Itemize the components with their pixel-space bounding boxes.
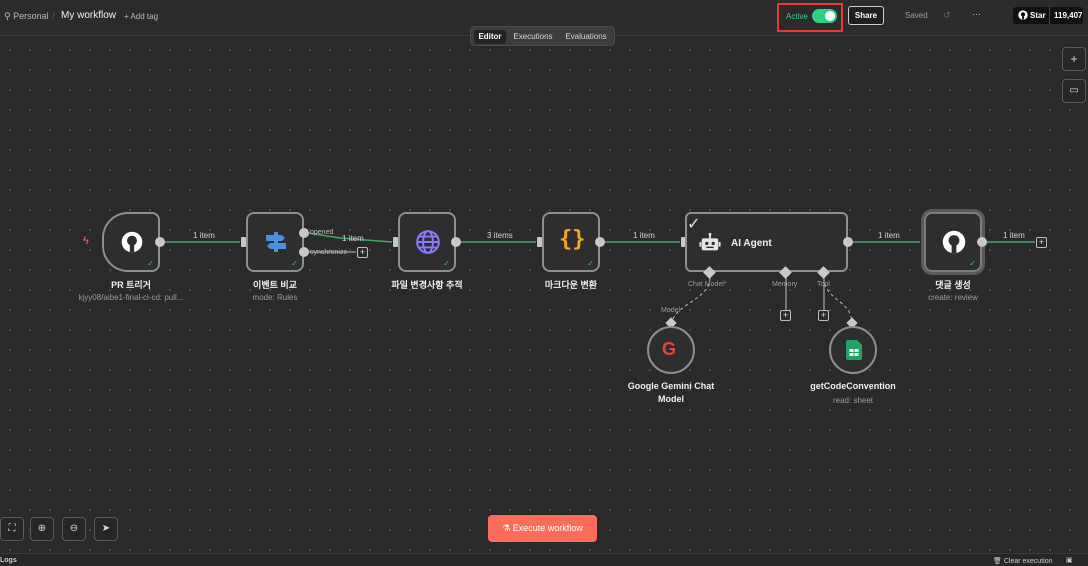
edge-label: 3 items: [487, 231, 513, 240]
node-subtitle: kjyy08/aibe1-final-ci-cd: pull...: [78, 293, 184, 302]
port-label-tool: Tool: [817, 281, 830, 288]
zoom-in-button[interactable]: ⊕: [30, 517, 54, 541]
required-marker: *: [723, 281, 727, 288]
success-check-icon: ✓: [687, 216, 701, 233]
workflow-title[interactable]: My workflow: [61, 10, 116, 21]
node-subtitle: create: review: [928, 293, 978, 302]
breadcrumb-personal-label: Personal: [13, 11, 49, 21]
success-check-icon: ✓: [147, 259, 154, 268]
add-node-button[interactable]: +: [1062, 47, 1086, 71]
active-highlight-frame: [777, 3, 843, 32]
fit-view-button[interactable]: ⛶: [0, 517, 24, 541]
node-label: 이벤트 비교: [253, 280, 297, 290]
output-port[interactable]: [843, 237, 853, 247]
node-event-compare[interactable]: ✓: [246, 212, 304, 272]
node-label: Google Gemini Chat: [627, 381, 715, 391]
edge-label: 1 item: [342, 234, 364, 243]
add-tool-button[interactable]: +: [818, 310, 829, 321]
node-ai-agent[interactable]: AI Agent ✓: [685, 212, 848, 272]
clear-execution-label: Clear execution: [1003, 558, 1053, 565]
sticky-note-button[interactable]: ▭: [1062, 79, 1086, 103]
tidy-up-button[interactable]: ➤: [94, 517, 118, 541]
tab-executions[interactable]: Executions: [509, 30, 557, 44]
node-label: 댓글 생성: [935, 280, 971, 290]
node-label: PR 트리거: [111, 280, 151, 290]
node-label: 파일 변경사항 추적: [391, 280, 463, 290]
bolt-icon: ϟ: [83, 235, 89, 247]
node-gemini-chat-model[interactable]: G: [647, 326, 695, 374]
port-label-chat-model-text: Chat Model: [688, 281, 724, 288]
github-icon: [942, 230, 966, 259]
node-label: AI Agent: [731, 238, 772, 249]
success-check-icon: ✓: [587, 259, 594, 268]
edge-label: 1 item: [633, 231, 655, 240]
logs-label: Logs: [0, 557, 17, 564]
branch-label-opened: opened: [310, 229, 334, 236]
success-check-icon: ✓: [969, 259, 976, 268]
node-label: Model: [658, 394, 684, 404]
output-port-synchronize[interactable]: [299, 247, 309, 257]
output-port-opened[interactable]: [299, 228, 309, 238]
success-check-icon: ✓: [443, 259, 450, 268]
port-label-memory: Memory: [772, 281, 798, 288]
star-count: 119,407: [1054, 11, 1083, 20]
github-star-button[interactable]: Star 119,407: [1013, 7, 1083, 24]
add-branch-button[interactable]: +: [357, 247, 368, 258]
add-memory-button[interactable]: +: [780, 310, 791, 321]
node-markdown[interactable]: {} ✓: [542, 212, 600, 272]
user-icon: ⚲: [4, 11, 11, 21]
history-icon[interactable]: ↺: [943, 10, 951, 21]
success-check-icon: ✓: [291, 259, 298, 268]
saved-status: Saved: [905, 11, 928, 20]
logs-panel-bar[interactable]: Logs 🗑 Clear execution ▣: [0, 553, 1088, 566]
star-label: Star: [1030, 11, 1046, 20]
execute-workflow-button[interactable]: ⚗ Execute workflow: [488, 515, 597, 542]
node-get-code-convention[interactable]: [829, 326, 877, 374]
port-label-chat-model: Chat Model*: [688, 281, 727, 288]
github-icon: [121, 231, 143, 258]
sheet-icon: [846, 340, 862, 365]
edge-label: 1 item: [193, 231, 215, 240]
node-pr-trigger[interactable]: ✓: [102, 212, 160, 272]
edge-label: 1 item: [878, 231, 900, 240]
zoom-out-button[interactable]: ⊖: [62, 517, 86, 541]
tab-evaluations[interactable]: Evaluations: [560, 30, 612, 44]
trash-icon: 🗑: [993, 558, 1002, 565]
node-label: getCodeConvention: [810, 381, 896, 391]
more-menu-button[interactable]: ···: [972, 9, 981, 19]
tab-editor[interactable]: Editor: [474, 30, 506, 44]
breadcrumb-separator: /: [52, 11, 55, 21]
braces-icon: {}: [559, 227, 586, 252]
breadcrumb-personal[interactable]: ⚲ Personal: [4, 11, 49, 22]
node-subtitle: read: sheet: [832, 396, 874, 405]
star-divider: [1049, 7, 1050, 24]
port-label-model: Model: [661, 307, 681, 314]
edge-label: 1 item: [1003, 231, 1025, 240]
flask-icon: ⚗: [502, 523, 511, 533]
output-port[interactable]: [595, 237, 605, 247]
globe-icon: [415, 229, 441, 260]
share-button[interactable]: Share: [848, 6, 884, 25]
node-label: 마크다운 변환: [544, 280, 598, 290]
add-tag-link[interactable]: + Add tag: [124, 12, 158, 21]
github-icon: [1018, 10, 1028, 22]
add-next-node-button[interactable]: +: [1036, 237, 1047, 248]
view-tabs: Editor Executions Evaluations: [470, 26, 615, 46]
google-icon: G: [662, 339, 677, 359]
robot-icon: [699, 232, 721, 259]
clear-execution-button[interactable]: 🗑 Clear execution: [993, 557, 1052, 565]
output-port[interactable]: [451, 237, 461, 247]
switch-icon: [264, 230, 288, 259]
node-comment[interactable]: ✓: [924, 212, 982, 272]
node-subtitle: mode: Rules: [252, 293, 298, 302]
panel-toggle-icon[interactable]: ▣: [1066, 556, 1073, 564]
branch-label-synchronize: synchronize: [310, 249, 348, 256]
output-port[interactable]: [977, 237, 987, 247]
execute-workflow-label: Execute workflow: [512, 523, 583, 533]
node-file-changes[interactable]: ✓: [398, 212, 456, 272]
output-port[interactable]: [155, 237, 165, 247]
